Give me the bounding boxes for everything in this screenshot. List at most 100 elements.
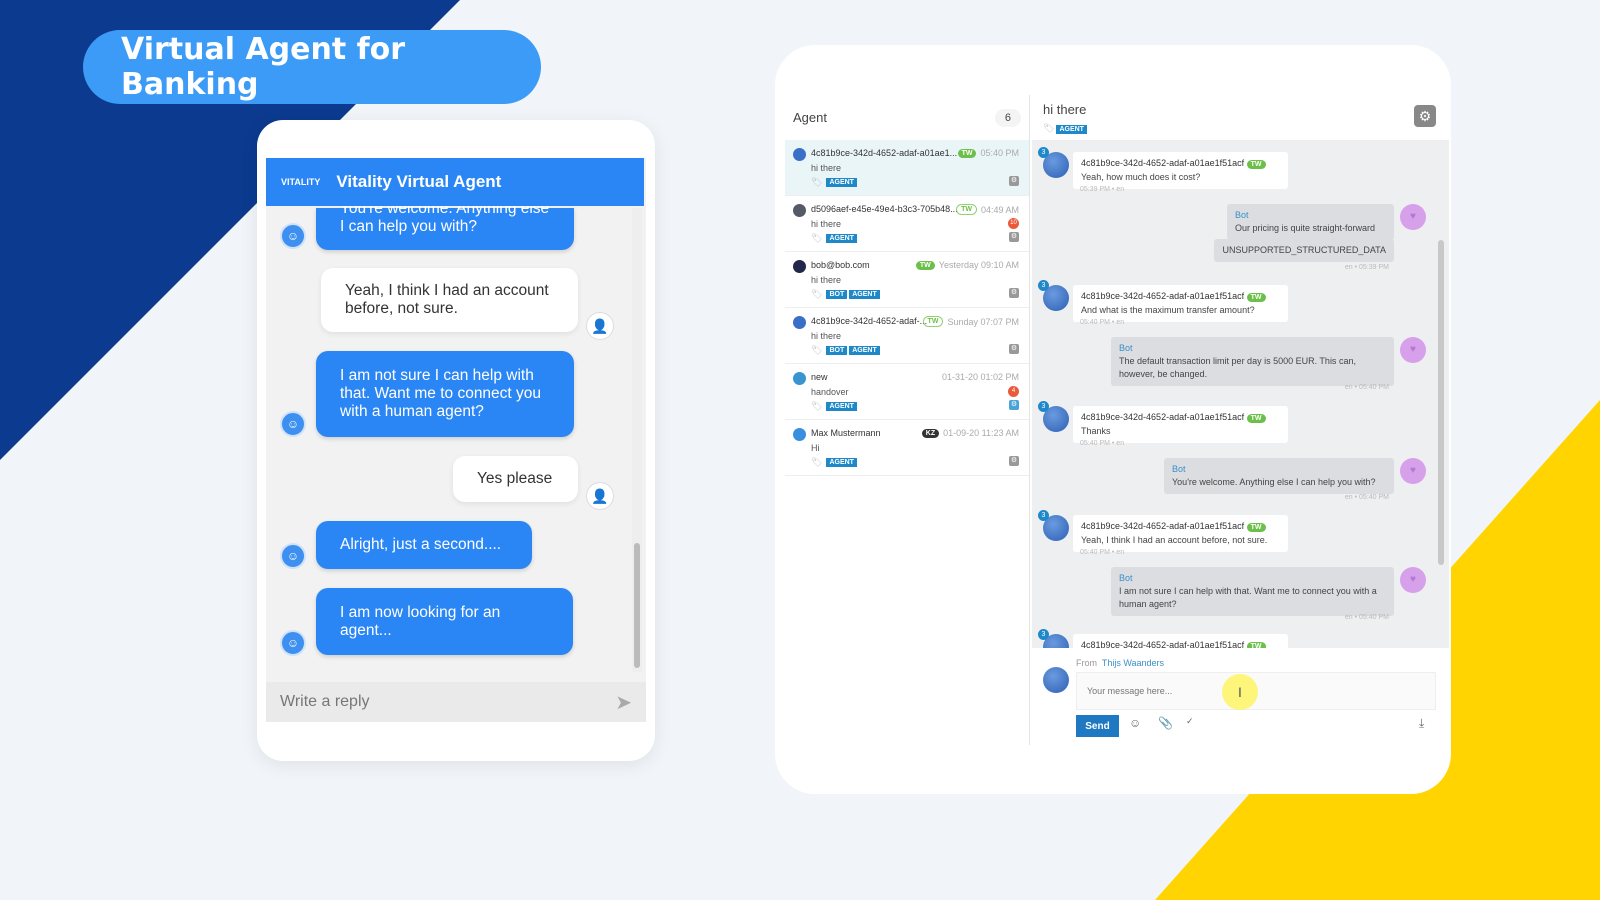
customer-avatar: 3 xyxy=(1038,510,1069,541)
conversation-item[interactable]: bob@bob.com hi there 🏷 BOT AGENT TW Yesterday … xyxy=(785,252,1029,308)
conversation-preview: hi there xyxy=(811,275,842,285)
structured-data-message: UNSUPPORTED_STRUCTURED_DATA xyxy=(1214,239,1394,262)
conversation-preview: hi there xyxy=(811,219,842,229)
conversation-time: Sunday 07:07 PM xyxy=(947,316,1019,327)
customer-avatar: 3 xyxy=(1038,280,1069,311)
message-sender: Bot xyxy=(1235,210,1249,220)
customer-badge: 3 xyxy=(1038,280,1049,291)
widget-message-user: Yeah, I think I had an account before, n… xyxy=(321,268,578,332)
conversation-settings-icon[interactable]: ⚙ xyxy=(1009,344,1019,354)
message-meta: en • 05:40 PM xyxy=(1344,494,1389,501)
conversation-item[interactable]: 4c81b9ce-342d-4652-adaf-... hi there 🏷 BOT A… xyxy=(785,308,1029,364)
customer-avatar: 3 xyxy=(1038,629,1069,648)
tag-icon: 🏷 xyxy=(811,401,823,411)
channel-badge: TW xyxy=(957,148,977,158)
conversation-tag[interactable]: AGENT xyxy=(1056,125,1087,134)
message-sender: 4c81b9ce-342d-4652-adaf-a01ae1f51acf TW xyxy=(1081,411,1280,425)
channel-badge: TW xyxy=(1246,293,1266,302)
widget-title: Vitality Virtual Agent xyxy=(336,172,502,191)
conversation-settings-icon[interactable]: ⚙ xyxy=(1009,232,1019,242)
bot-avatar-icon: ☺ xyxy=(280,411,306,437)
tag-icon: 🏷 xyxy=(811,177,823,187)
bot-message: Bot The default transaction limit per day… xyxy=(1111,337,1394,386)
spellcheck-icon[interactable]: ✓ xyxy=(1186,716,1194,727)
conversation-settings-icon[interactable]: ⚙ xyxy=(1009,288,1019,298)
conversation-item[interactable]: 4c81b9ce-342d-4652-adaf-a01ae1... hi ther… xyxy=(785,140,1029,196)
attachment-icon[interactable]: 📎 xyxy=(1158,716,1173,730)
widget-message-bot: I am now looking for an agent... xyxy=(316,588,573,655)
widget-brand-logo: VITALITY xyxy=(281,177,321,187)
message-sender: Bot xyxy=(1172,464,1186,474)
conversation-meta: TW 04:49 AM xyxy=(956,204,1019,215)
contact-avatar xyxy=(793,204,806,217)
conversation-name: new xyxy=(811,372,828,382)
conversation-preview: hi there xyxy=(811,163,842,173)
thread-scroll-thumb[interactable] xyxy=(1438,240,1444,565)
conversation-time: 05:40 PM xyxy=(980,148,1019,158)
widget-message-bot: Alright, just a second.... xyxy=(316,521,532,569)
bot-message: Bot You're welcome. Anything else I can h… xyxy=(1164,458,1394,494)
conversation-panel: hi there 🏷 AGENT ⚙ 3 4c81b9ce-342d-4652-ad… xyxy=(1032,95,1449,745)
customer-badge: 3 xyxy=(1038,629,1049,640)
customer-badge: 3 xyxy=(1038,401,1049,412)
sender-name: 4c81b9ce-342d-4652-adaf-a01ae1f51acf xyxy=(1081,521,1245,531)
bot-message: Bot I am not sure I can help with that. W… xyxy=(1111,567,1394,616)
conversation-name: Max Mustermann xyxy=(811,428,881,438)
widget-scroll-thumb[interactable] xyxy=(634,543,640,668)
conversation-meta: KZ 01-09-20 11:23 AM xyxy=(921,428,1019,438)
message-meta: 05:40 PM • en xyxy=(1080,319,1125,326)
tag-badge: AGENT xyxy=(826,178,857,187)
conversation-settings-icon[interactable]: ⚙ xyxy=(1009,400,1019,410)
channel-badge: TW xyxy=(1246,160,1266,169)
message-text: Thanks xyxy=(1081,426,1111,436)
conversation-item[interactable]: Max Mustermann Hi 🏷 AGENT KZ 01-09-20 11:23 A… xyxy=(785,420,1029,476)
conversation-preview: Hi xyxy=(811,443,820,453)
conversation-time: 01-31-20 01:02 PM xyxy=(941,372,1019,382)
conversation-tags: 🏷 AGENT xyxy=(811,233,857,244)
widget-header: VITALITY Vitality Virtual Agent xyxy=(266,158,644,206)
send-button[interactable]: Send xyxy=(1076,715,1119,737)
tag-badge: AGENT xyxy=(849,290,880,299)
bot-avatar-icon: ♥ xyxy=(1400,458,1426,484)
message-text: Yeah, how much does it cost? xyxy=(1081,172,1201,182)
channel-badge: TW xyxy=(1246,414,1266,423)
conversation-settings-icon[interactable]: ⚙ xyxy=(1009,176,1019,186)
conversation-item[interactable]: d5096aef-e45e-49e4-b3c3-705b48... hi ther… xyxy=(785,196,1029,252)
conversation-time: Yesterday 09:10 AM xyxy=(938,260,1019,270)
conversation-list-header: Agent 6 xyxy=(785,95,1029,140)
customer-message: 4c81b9ce-342d-4652-adaf-a01ae1f51acf TW T… xyxy=(1073,406,1288,443)
tag-badge: AGENT xyxy=(826,402,857,411)
settings-gear-icon[interactable]: ⚙ xyxy=(1414,105,1436,127)
from-name[interactable]: Thijs Waanders xyxy=(1102,658,1164,668)
conversation-settings-icon[interactable]: ⚙ xyxy=(1009,456,1019,466)
emoji-icon[interactable]: ☺ xyxy=(1129,716,1141,730)
message-meta: 05:40 PM • en xyxy=(1080,440,1125,447)
conversation-item[interactable]: new handover 🏷 AGENT 01-31-20 01:02 PM 4 ⚙ xyxy=(785,364,1029,420)
message-sender: 4c81b9ce-342d-4652-adaf-a01ae1f51acf TW xyxy=(1081,520,1280,534)
customer-message: 4c81b9ce-342d-4652-adaf-a01ae1f51acf TW Y… xyxy=(1073,152,1288,189)
widget-message-bot: I am not sure I can help with that. Want… xyxy=(316,351,574,437)
conversation-tags: 🏷 AGENT xyxy=(811,177,857,188)
contact-avatar xyxy=(793,260,806,273)
bot-avatar-icon: ☺ xyxy=(280,223,306,249)
widget-message-bot: You're welcome. Anything else I can help… xyxy=(316,200,574,250)
tag-icon: 🏷 xyxy=(811,457,823,467)
message-text: I am not sure I can help with that. Want… xyxy=(1119,586,1377,609)
conversation-name: 4c81b9ce-342d-4652-adaf-a01ae1... xyxy=(811,148,958,158)
bot-avatar-icon: ♥ xyxy=(1400,204,1426,230)
send-icon[interactable]: ➤ xyxy=(615,690,632,715)
message-sender: Bot xyxy=(1119,343,1133,353)
contact-avatar xyxy=(793,428,806,441)
message-sender: Bot xyxy=(1119,573,1133,583)
sender-name: 4c81b9ce-342d-4652-adaf-a01ae1f51acf xyxy=(1081,291,1245,301)
bot-message: Bot Our pricing is quite straight-forward xyxy=(1227,204,1394,240)
message-text: The default transaction limit per day is… xyxy=(1119,356,1356,379)
tag-icon: 🏷 xyxy=(811,345,823,355)
conversation-meta: TW Yesterday 09:10 AM xyxy=(915,260,1019,270)
message-text: Yeah, I think I had an account before, n… xyxy=(1081,535,1268,545)
contact-avatar xyxy=(793,316,806,329)
reply-input[interactable]: Write a reply ➤ xyxy=(266,682,646,722)
tag-badge: AGENT xyxy=(849,346,880,355)
conversation-meta: TW Sunday 07:07 PM xyxy=(922,316,1019,327)
download-icon[interactable]: ⤓ xyxy=(1419,716,1424,731)
